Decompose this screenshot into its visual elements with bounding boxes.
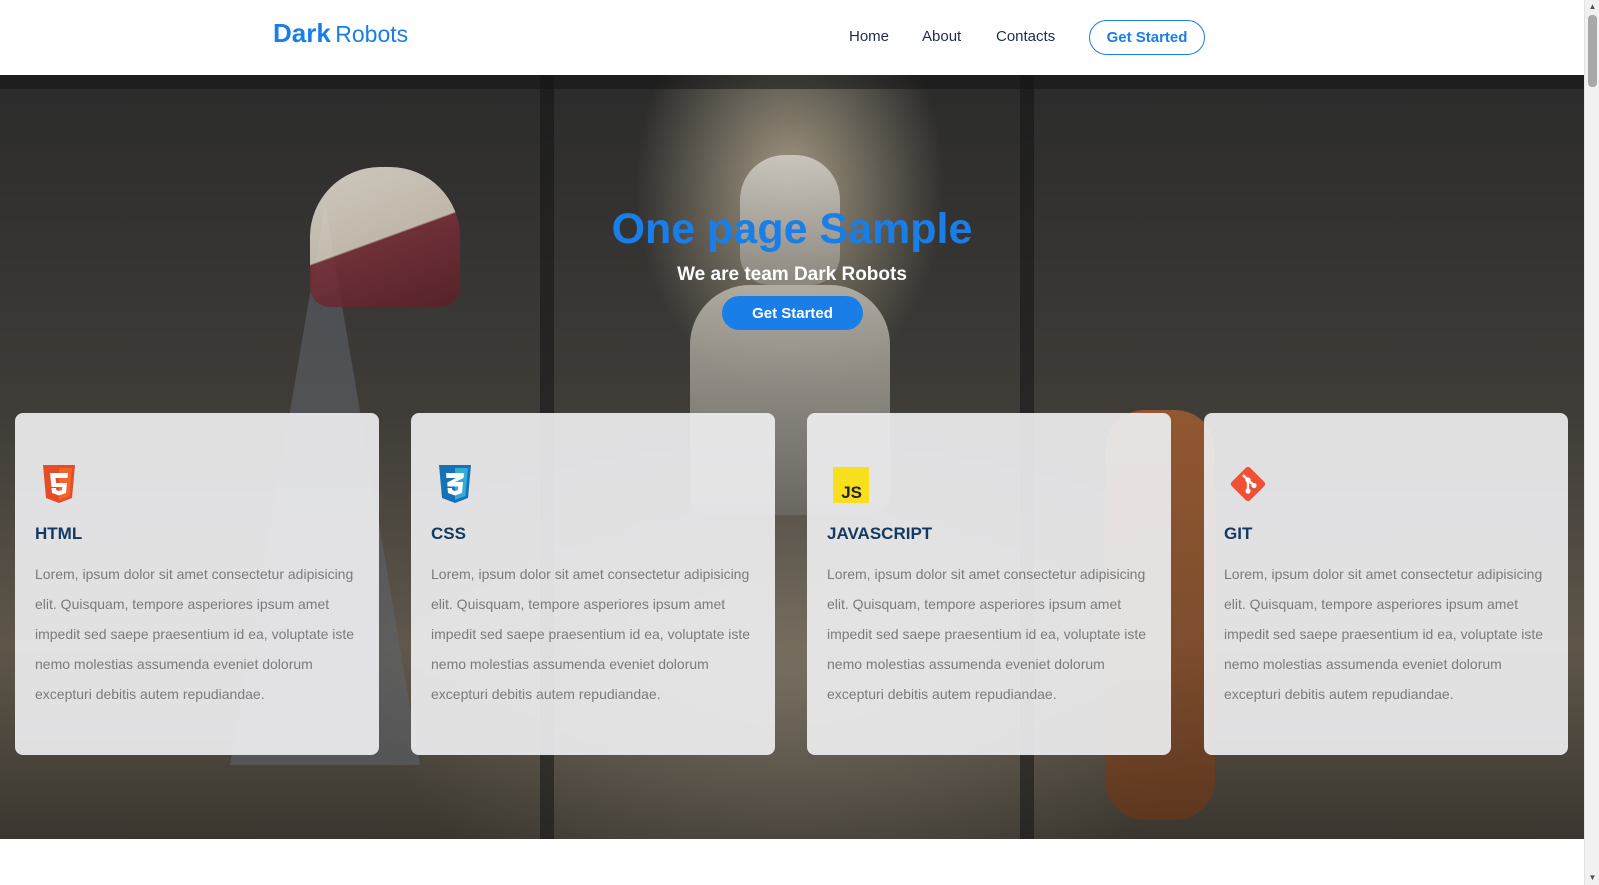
logo-light: Robots: [335, 21, 409, 47]
ceiling-beam: [0, 75, 1584, 89]
card-title: CSS: [431, 524, 466, 543]
nav-home[interactable]: Home: [849, 28, 889, 45]
scroll-up-arrow-icon[interactable]: ▲: [1585, 0, 1599, 14]
card-css: CSS Lorem, ipsum dolor sit amet consecte…: [411, 413, 775, 755]
hero-title: One page Sample: [611, 205, 973, 253]
card-git: GIT Lorem, ipsum dolor sit amet consecte…: [1204, 413, 1568, 755]
hero-subtitle: We are team Dark Robots: [677, 264, 907, 285]
logo-bold: Dark: [273, 18, 331, 48]
scroll-down-arrow-icon[interactable]: ▼: [1585, 871, 1599, 885]
site-header: Dark Robots Home About Contacts Get Star…: [0, 0, 1584, 75]
css3-icon: [439, 465, 471, 503]
git-icon: [1230, 466, 1266, 502]
javascript-icon-label: JS: [841, 483, 862, 502]
hero-get-started-button[interactable]: Get Started: [722, 296, 863, 330]
header-get-started-button[interactable]: Get Started: [1089, 20, 1205, 55]
nav-about[interactable]: About: [922, 28, 961, 45]
scrollbar-thumb[interactable]: [1588, 15, 1597, 87]
card-html: HTML Lorem, ipsum dolor sit amet consect…: [15, 413, 379, 755]
logo[interactable]: Dark Robots: [273, 18, 408, 49]
page-scrollbar[interactable]: ▲ ▼: [1584, 0, 1599, 885]
card-title: HTML: [35, 524, 83, 543]
card-title: JAVASCRIPT: [827, 524, 933, 543]
card-text: Lorem, ipsum dolor sit amet consectetur …: [1224, 566, 1544, 702]
card-text: Lorem, ipsum dolor sit amet consectetur …: [827, 566, 1147, 702]
card-text: Lorem, ipsum dolor sit amet consectetur …: [35, 566, 355, 702]
html5-icon: [43, 465, 75, 503]
nav-contacts[interactable]: Contacts: [996, 28, 1055, 45]
card-text: Lorem, ipsum dolor sit amet consectetur …: [431, 566, 751, 702]
javascript-icon: JS: [833, 467, 869, 503]
card-javascript: JS JAVASCRIPT Lorem, ipsum dolor sit ame…: [807, 413, 1171, 755]
card-title: GIT: [1224, 524, 1253, 543]
